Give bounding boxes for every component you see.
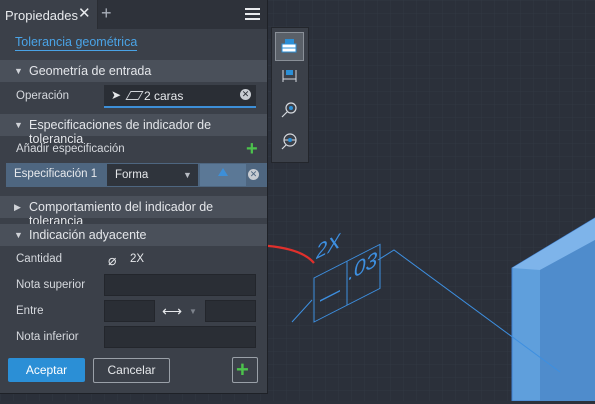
dimension-icon	[282, 70, 297, 82]
chevron-right-icon: ▶	[14, 202, 21, 212]
tool-strip	[271, 27, 309, 163]
add-tab-icon[interactable]: +	[101, 4, 112, 22]
hamburger-menu-icon[interactable]	[245, 8, 260, 21]
upper-note-label: Nota superior	[16, 279, 86, 291]
between-label: Entre	[16, 305, 44, 317]
spec-row-1[interactable]: Especificación 1 Forma ▼ ✕	[6, 163, 267, 187]
diameter-icon[interactable]: ⌀	[108, 252, 116, 269]
quantity-label: Cantidad	[16, 253, 63, 265]
tab-properties[interactable]: Propiedades ✕	[0, 0, 98, 29]
clear-icon[interactable]: ✕	[240, 89, 251, 100]
quantity-value[interactable]: 2X	[130, 253, 144, 265]
spec-row-label: Especificación 1	[14, 168, 98, 180]
cancel-button[interactable]: Cancelar	[93, 358, 170, 383]
datum-target-tool[interactable]	[276, 128, 303, 155]
tab-properties-label: Propiedades	[5, 8, 78, 23]
section-title: Especificaciones de indicador de toleran…	[29, 118, 212, 146]
face-icon	[125, 91, 144, 100]
properties-panel: Propiedades ✕ + Tolerancia geométrica ▼ …	[0, 0, 268, 394]
operation-label: Operación	[16, 90, 70, 102]
section-title: Indicación adyacente	[29, 228, 147, 242]
section-title: Geometría de entrada	[29, 64, 152, 78]
add-spec-label: Añadir especificación	[16, 143, 125, 155]
datum-target-icon	[281, 133, 297, 150]
add-spec-plus-icon[interactable]: +	[246, 139, 258, 159]
annotation-leader-icon	[281, 102, 297, 118]
tolerance-feature-icon	[281, 39, 297, 53]
tolerance-feature-tool[interactable]	[275, 32, 304, 61]
accept-button[interactable]: Aceptar	[8, 358, 85, 382]
select-cursor-icon: ➤	[111, 88, 122, 102]
chevron-down-icon: ▼	[183, 170, 192, 180]
remove-spec-icon[interactable]: ✕	[248, 169, 259, 180]
apply-add-button[interactable]: +	[232, 357, 258, 383]
section-input-geometry[interactable]: ▼ Geometría de entrada	[0, 60, 267, 82]
spec-type-value: Forma	[115, 169, 149, 181]
leader-tool[interactable]	[276, 96, 303, 123]
move-up-icon[interactable]	[218, 168, 228, 176]
close-icon[interactable]: ✕	[78, 6, 91, 21]
panel-tab-bar: Propiedades ✕ +	[0, 0, 267, 29]
dimension-tool[interactable]	[276, 62, 303, 89]
operation-selector[interactable]: ➤ 2 caras ✕	[104, 85, 256, 108]
spec-type-select[interactable]: Forma ▼	[107, 164, 198, 186]
chevron-down-icon: ▼	[14, 66, 23, 76]
section-indicator-behavior[interactable]: ▶ Comportamiento del indicador de tolera…	[0, 196, 267, 228]
between-to-input[interactable]	[205, 300, 256, 322]
plus-icon: +	[236, 357, 249, 382]
upper-note-input[interactable]	[104, 274, 256, 296]
operation-value: 2 caras	[144, 89, 184, 103]
lower-note-label: Nota inferior	[16, 331, 79, 343]
between-arrow-icon[interactable]: ⟷	[162, 303, 182, 320]
lower-note-input[interactable]	[104, 326, 256, 348]
chevron-down-icon: ▼	[14, 230, 23, 240]
between-from-input[interactable]	[104, 300, 155, 322]
feature-title-link[interactable]: Tolerancia geométrica	[15, 35, 138, 51]
section-adjacent-indication[interactable]: ▼ Indicación adyacente	[0, 224, 267, 246]
section-indicator-specs[interactable]: ▼ Especificaciones de indicador de toler…	[0, 114, 267, 146]
chevron-down-icon: ▼	[14, 120, 23, 130]
chevron-down-icon[interactable]: ▼	[189, 307, 197, 316]
